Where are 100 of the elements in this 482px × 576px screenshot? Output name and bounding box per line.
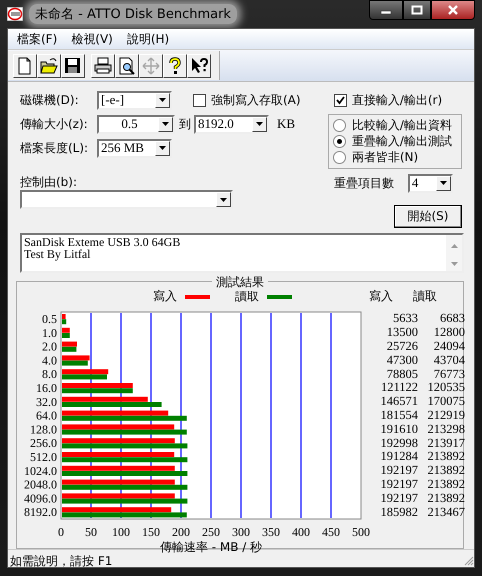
transfer-size-to-select[interactable]: 8192.0 — [194, 114, 269, 134]
dropdown-arrow-icon — [220, 198, 227, 202]
table-cell-text: 12800 — [432, 325, 465, 340]
unit-label: KB — [277, 116, 296, 132]
category-label: 256.0 — [30, 436, 57, 450]
tick-label: 100 — [112, 525, 130, 539]
table-cell-text: 191284 — [380, 449, 418, 464]
context-help-button[interactable] — [187, 54, 211, 78]
table-cell-text: 78805 — [386, 366, 418, 382]
controlled-by-label: 控制由(b): — [20, 174, 78, 190]
open-button[interactable] — [37, 54, 61, 78]
dropdown-arrow-icon — [162, 122, 169, 126]
table-cell-text: 6683 — [439, 311, 465, 326]
to-label: 到 — [179, 116, 191, 132]
tick-label: 0 — [58, 525, 64, 539]
maximize-button[interactable] — [403, 0, 431, 20]
table-cell-text: 212919 — [426, 408, 465, 423]
close-icon — [447, 5, 459, 15]
file-length-select[interactable]: 256 MB — [97, 138, 172, 158]
checkbox-label: 直接輸入/輸出(r) — [352, 92, 442, 109]
four-arrows-icon — [142, 56, 160, 74]
notes-line: SanDisk Exteme USB 3.0 64GB — [24, 236, 182, 248]
radio-label: 重疊輸入/輸出測試 — [352, 133, 452, 150]
drive-label: 磁碟機(D): — [20, 92, 80, 108]
radio-button[interactable] — [332, 119, 346, 132]
tick-label: 150 — [142, 525, 160, 539]
table-cell-text: 5633 — [392, 311, 418, 326]
table-cell-text: 213892 — [426, 449, 465, 464]
legend-label: 寫入 — [153, 288, 177, 305]
radio-button[interactable] — [332, 135, 346, 148]
radio-button[interactable] — [332, 151, 346, 164]
table-cell-text: 213892 — [426, 476, 465, 492]
scroll-up-icon — [450, 244, 458, 248]
category-label: 16.0 — [36, 381, 57, 395]
close-button[interactable] — [431, 0, 475, 20]
table-cell-text: 170075 — [426, 394, 465, 410]
table-cell-text: 121122 — [380, 380, 418, 396]
menu-item[interactable]: 檔案(F) — [10, 30, 64, 48]
table-cell-text: 25726 — [386, 339, 418, 354]
scrollbar[interactable] — [446, 235, 462, 271]
notes-line: Test By Litfal — [24, 248, 92, 260]
start-button[interactable]: 開始(S) — [394, 205, 462, 228]
category-label: 64.0 — [36, 408, 57, 423]
table-cell-text: 13500 — [386, 325, 418, 340]
category-label: 0.5 — [42, 312, 57, 326]
queue-depth-select[interactable]: 4 — [408, 174, 453, 192]
tick-label: 350 — [262, 525, 280, 539]
table-cell-text: 192197 — [380, 463, 418, 478]
category-label: 8192.0 — [24, 505, 57, 520]
radio-label: 兩者皆非(N) — [352, 149, 418, 166]
table-cell-text: 185982 — [380, 504, 418, 520]
table-cell-text: 47300 — [386, 352, 418, 368]
category-label: 1.0 — [42, 326, 57, 340]
status-text: 如需說明，請按 F1 — [10, 552, 112, 570]
scroll-down-icon — [450, 262, 458, 266]
new-button[interactable] — [13, 54, 37, 78]
category-label: 2.0 — [42, 340, 57, 354]
table-cell-text: 213467 — [426, 504, 465, 520]
print-button[interactable] — [91, 54, 115, 78]
tick-label: 200 — [172, 525, 190, 539]
table-cell-text: 43704 — [432, 352, 465, 368]
save-button[interactable] — [61, 54, 85, 78]
check-mark-icon — [336, 96, 345, 105]
category-label: 32.0 — [36, 394, 57, 409]
page-magnifier-icon — [118, 56, 136, 74]
table-cell-text: 24094 — [432, 339, 465, 354]
axis-title: 傳輸速率 - MB / 秒 — [160, 540, 262, 554]
tick-label: 300 — [232, 525, 250, 539]
transfer-size-label: 傳輸大小(z): — [20, 116, 89, 132]
category-label: 512.0 — [30, 450, 57, 464]
table-cell-text: 146571 — [380, 394, 418, 410]
menu-item[interactable]: 檢視(V) — [64, 30, 120, 48]
dropdown-arrow-icon — [440, 181, 447, 185]
preview-button[interactable] — [115, 54, 139, 78]
category-label: 128.0 — [30, 422, 57, 436]
category-label: 4096.0 — [24, 491, 57, 506]
table-cell-text: 191610 — [380, 422, 418, 437]
notes-field[interactable]: SanDisk Exteme USB 3.0 64GB Test By Litfal — [20, 233, 464, 273]
controlled-by-select[interactable] — [20, 190, 233, 209]
table-cell-text: 192998 — [380, 436, 418, 451]
checkbox[interactable] — [193, 94, 206, 106]
table-cell-text: 213298 — [426, 422, 465, 437]
column-header: 寫入 — [369, 288, 393, 305]
dropdown-arrow-icon — [159, 98, 166, 102]
minimize-button[interactable] — [369, 0, 403, 20]
category-label: 4.0 — [42, 353, 57, 368]
group-title: 測試結果 — [212, 274, 268, 291]
category-label: 2048.0 — [24, 478, 57, 492]
menu-item[interactable]: 說明(H) — [120, 30, 176, 48]
radio-label: 比較輸入/輸出資料 — [352, 117, 452, 134]
folder-icon — [40, 56, 58, 74]
drive-select[interactable]: [-e-] — [97, 90, 172, 110]
tick-label: 400 — [292, 525, 310, 539]
help-button[interactable] — [163, 54, 187, 78]
checkbox[interactable] — [334, 94, 347, 107]
dropdown-arrow-icon — [256, 122, 263, 126]
transfer-size-from-select[interactable]: 0.5 — [97, 114, 175, 134]
table-cell-text: 213892 — [426, 490, 465, 506]
category-label: 8.0 — [42, 367, 57, 382]
dropdown-arrow-icon — [159, 146, 166, 150]
